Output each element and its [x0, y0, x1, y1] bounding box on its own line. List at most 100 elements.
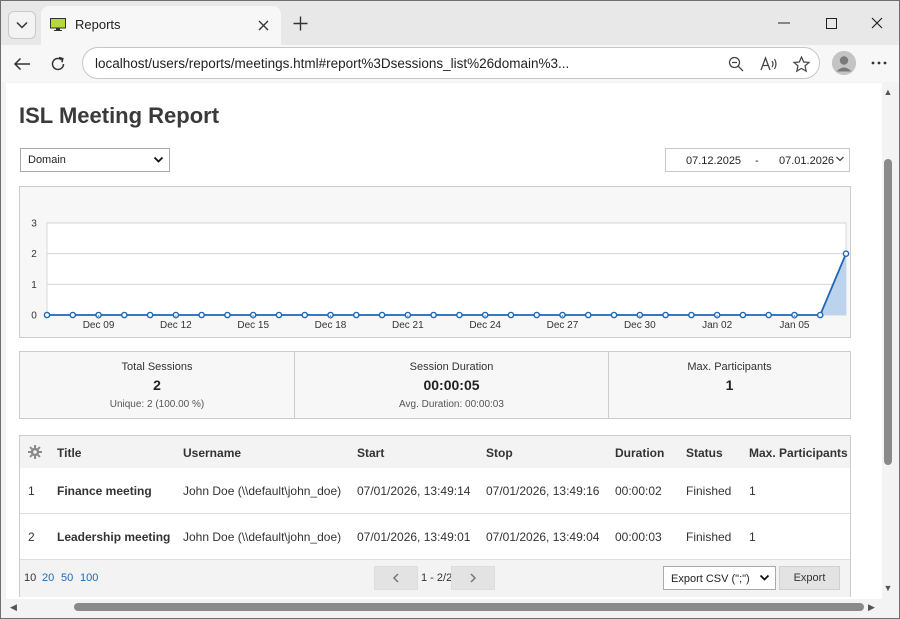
x-tick-label: Jan 05: [779, 320, 809, 331]
address-bar[interactable]: localhost/users/reports/meetings.html#re…: [82, 47, 820, 79]
stat-label: Max. Participants: [687, 361, 772, 373]
minimize-icon: [778, 22, 790, 24]
row-max-participants: 1: [749, 530, 756, 544]
page-viewport: ISL Meeting Report Domain 07.12.2025 - 0…: [6, 83, 882, 599]
date-to[interactable]: 07.01.2026: [779, 155, 834, 167]
page-size-10[interactable]: 10: [24, 572, 36, 584]
vertical-scroll-thumb[interactable]: [884, 159, 892, 465]
scroll-down-arrow-icon[interactable]: ▼: [882, 583, 894, 593]
browser-toolbar: localhost/users/reports/meetings.html#re…: [1, 45, 899, 82]
column-header-status[interactable]: Status: [686, 446, 723, 460]
window-close-button[interactable]: [862, 11, 892, 35]
chevron-down-icon: [16, 21, 28, 29]
x-tick-label: Dec 18: [315, 320, 347, 331]
column-header-stop[interactable]: Stop: [486, 446, 513, 460]
next-page-button[interactable]: [451, 566, 495, 590]
data-point: [121, 311, 128, 319]
plus-icon: [293, 16, 307, 30]
page-size-100[interactable]: 100: [80, 572, 98, 584]
data-point: [533, 311, 541, 319]
page-size-20[interactable]: 20: [42, 572, 54, 584]
data-point: [146, 311, 154, 319]
zoom-out-icon: [728, 56, 744, 72]
stat-sub: Avg. Duration: 00:00:03: [399, 399, 504, 410]
scroll-left-arrow-icon[interactable]: ◀: [10, 602, 17, 613]
new-tab-button[interactable]: [289, 12, 311, 34]
reload-button[interactable]: [43, 49, 73, 79]
column-header-username[interactable]: Username: [183, 446, 241, 460]
column-header-duration[interactable]: Duration: [615, 446, 664, 460]
url-text[interactable]: localhost/users/reports/meetings.html#re…: [95, 56, 569, 71]
plot-area: [46, 222, 847, 316]
page-size-50[interactable]: 50: [61, 572, 73, 584]
scroll-right-arrow-icon[interactable]: ▶: [868, 602, 875, 613]
row-duration: 00:00:03: [615, 530, 662, 544]
table-row[interactable]: 2 Leadership meeting John Doe (\\default…: [20, 513, 850, 558]
sessions-chart: 0 1 2 3 Dec 09 Dec 12 Dec 15 Dec 18 Dec 21 Dec 24…: [19, 186, 851, 338]
vertical-scrollbar[interactable]: ▲ ▼: [882, 83, 894, 599]
maximize-button[interactable]: [816, 11, 846, 35]
chart-svg: 0 1 2 3 Dec 09 Dec 12 Dec 15 Dec 18 Dec 21 Dec 24…: [31, 219, 850, 331]
chevron-right-icon: [470, 573, 477, 583]
data-point: [43, 311, 51, 319]
data-point: [430, 311, 437, 319]
more-dots-icon: [871, 61, 887, 65]
row-title[interactable]: Leadership meeting: [57, 530, 170, 544]
back-button[interactable]: [7, 49, 37, 79]
star-icon: [792, 55, 810, 72]
stat-value: 2: [153, 377, 161, 393]
y-tick-label: 1: [31, 280, 37, 291]
export-format-select[interactable]: Export CSV (";"): [663, 566, 776, 590]
data-point: [352, 311, 360, 319]
profile-avatar[interactable]: [832, 51, 856, 75]
column-header-max-participants[interactable]: Max. Participants: [749, 446, 848, 460]
x-tick-label: Dec 24: [469, 320, 501, 331]
tab-actions-button[interactable]: [8, 11, 36, 39]
tab-title: Reports: [75, 17, 121, 32]
reload-icon: [51, 56, 65, 71]
pager-info: 1 - 2/2: [421, 572, 453, 584]
column-header-start[interactable]: Start: [357, 446, 384, 460]
column-header-title[interactable]: Title: [57, 446, 81, 460]
export-button[interactable]: Export: [779, 566, 840, 590]
data-point: [198, 311, 205, 319]
stat-sub: Unique: 2 (100.00 %): [109, 399, 205, 410]
table-row[interactable]: 1 Finance meeting John Doe (\\default\jo…: [20, 468, 850, 513]
date-from[interactable]: 07.12.2025: [686, 155, 741, 167]
tab-strip: Reports: [1, 1, 899, 45]
horizontal-scroll-thumb[interactable]: [74, 603, 864, 611]
previous-page-button[interactable]: [374, 566, 418, 590]
close-icon: [258, 20, 268, 30]
row-start: 07/01/2026, 13:49:01: [357, 530, 471, 544]
user-icon: [832, 51, 856, 75]
x-tick-label: Dec 15: [237, 320, 269, 331]
tab-close-button[interactable]: [253, 15, 273, 35]
browser-window: Reports localhost/users/reports/meetings…: [0, 0, 900, 619]
date-range-picker[interactable]: 07.12.2025 - 07.01.2026: [665, 148, 850, 172]
x-tick-label: Dec 12: [160, 320, 192, 331]
row-title[interactable]: Finance meeting: [57, 484, 152, 498]
maximize-icon: [825, 17, 837, 29]
chevron-down-icon: [759, 574, 770, 581]
gear-icon[interactable]: [28, 445, 42, 459]
export-format-value: Export CSV (";"): [671, 573, 750, 585]
read-aloud-button[interactable]: [759, 54, 779, 74]
horizontal-scrollbar[interactable]: ◀ ▶: [6, 599, 882, 615]
more-menu-button[interactable]: [867, 51, 891, 75]
minimize-button[interactable]: [769, 11, 799, 35]
stat-label: Total Sessions: [121, 361, 193, 373]
date-separator: -: [755, 155, 759, 167]
data-point: [842, 250, 850, 257]
scroll-up-arrow-icon[interactable]: ▲: [882, 87, 894, 97]
favorite-button[interactable]: [791, 54, 811, 74]
zoom-out-button[interactable]: [726, 54, 746, 74]
meetings-table: Title Username Start Stop Duration Statu…: [19, 435, 851, 597]
data-point: [816, 311, 824, 319]
domain-select-value: Domain: [28, 154, 66, 166]
domain-select[interactable]: Domain: [20, 148, 170, 172]
browser-tab[interactable]: Reports: [41, 6, 281, 45]
data-point: [275, 311, 283, 319]
data-point: [765, 311, 772, 319]
data-point: [662, 311, 669, 319]
y-tick-label: 0: [31, 311, 37, 322]
